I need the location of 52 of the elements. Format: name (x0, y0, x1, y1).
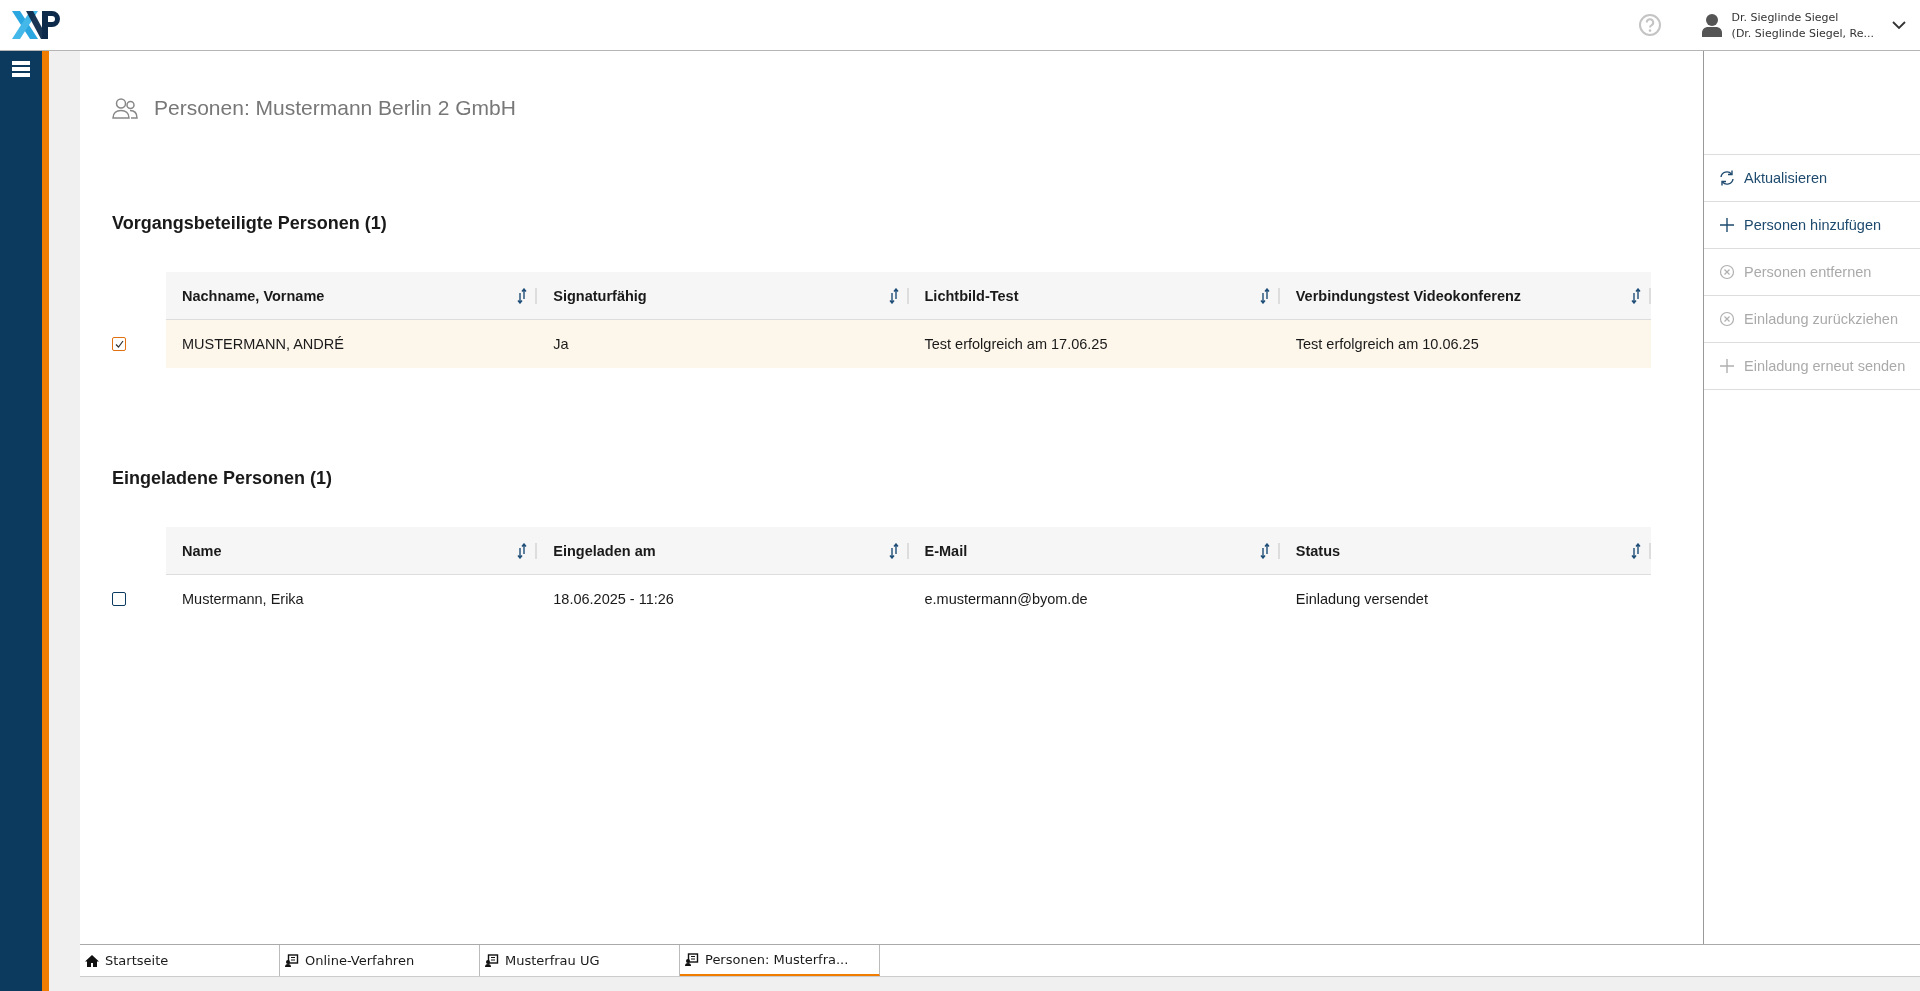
page-title: Personen: Mustermann Berlin 2 GmbH (154, 96, 516, 120)
table-cell-text: e.mustermann@byom.de (923, 590, 1089, 609)
column-header[interactable]: Status (1279, 527, 1651, 575)
tab[interactable]: Startseite (80, 945, 280, 976)
column-header[interactable]: Lichtbild-Test (908, 272, 1280, 320)
sort-icon[interactable] (1259, 287, 1270, 304)
action-button[interactable]: Personen hinzufügen (1704, 201, 1920, 248)
table-cell-text: Mustermann, Erika (181, 590, 305, 609)
menu-icon[interactable] (12, 61, 30, 77)
row-checkbox[interactable] (112, 337, 126, 351)
table-cell-text: Einladung versendet (1294, 590, 1429, 609)
table-cell: Ja (537, 320, 909, 368)
tab[interactable]: Personen: Musterfra... (680, 945, 880, 976)
sort-icon[interactable] (517, 542, 528, 559)
sort-icon[interactable] (1631, 287, 1641, 304)
plus-icon (1718, 216, 1736, 234)
user-name: Dr. Sieglinde Siegel (1731, 10, 1840, 24)
column-header[interactable]: Signaturfähig (537, 272, 909, 320)
logo-icon[interactable] (12, 11, 60, 39)
circle-x-icon (1718, 263, 1736, 281)
tab[interactable]: Online-Verfahren (280, 945, 480, 976)
people-icon (112, 97, 138, 119)
column-header[interactable]: Verbindungstest Videokonferenz (1279, 272, 1651, 320)
document-person-icon (485, 953, 499, 968)
column-header[interactable]: Name (166, 527, 538, 575)
plus-icon (1718, 357, 1736, 375)
circle-x-icon (1718, 310, 1736, 328)
home-icon (85, 953, 99, 968)
sort-icon[interactable] (1259, 542, 1270, 559)
table-cell: Test erfolgreich am 17.06.25 (908, 320, 1280, 368)
refresh-icon (1718, 169, 1736, 187)
table-cell: MUSTERMANN, ANDRÉ (166, 320, 538, 368)
action-button[interactable]: Aktualisieren (1704, 154, 1920, 201)
checkmark-icon (114, 340, 124, 348)
row-checkbox[interactable] (112, 592, 126, 606)
section-heading: Eingeladene Personen (1) (112, 468, 334, 489)
column-header[interactable]: E-Mail (908, 527, 1280, 575)
column-header[interactable]: Eingeladen am (537, 527, 909, 575)
column-header[interactable]: Nachname, Vorname (166, 272, 538, 320)
table-cell: Test erfolgreich am 10.06.25 (1279, 320, 1651, 368)
document-person-icon (685, 952, 699, 967)
document-person-icon (285, 953, 299, 968)
table-cell-text: 18.06.2025 - 11:26 (552, 590, 675, 609)
sort-icon[interactable] (888, 542, 899, 559)
sort-icon[interactable] (888, 287, 899, 304)
user-avatar-icon[interactable] (1701, 13, 1722, 37)
sort-icon[interactable] (517, 287, 528, 304)
user-role: (Dr. Sieglinde Siegel, Re... (1731, 26, 1874, 40)
section-heading: Vorgangsbeteiligte Personen (1) (112, 213, 388, 234)
sort-icon[interactable] (1631, 542, 1641, 559)
chevron-down-icon[interactable] (1892, 21, 1906, 29)
tab[interactable]: Musterfrau UG (480, 945, 680, 976)
